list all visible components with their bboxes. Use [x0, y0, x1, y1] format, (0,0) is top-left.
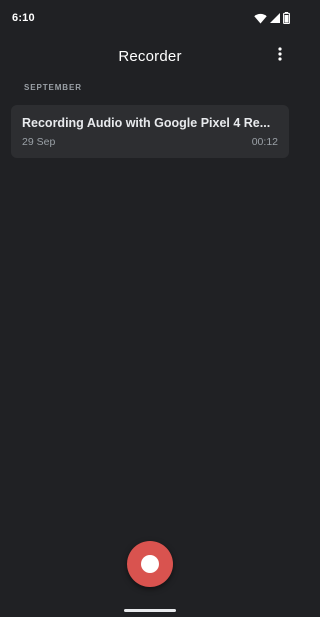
recording-duration: 00:12	[251, 136, 278, 148]
recording-list-item[interactable]: Recording Audio with Google Pixel 4 Re..…	[11, 105, 289, 158]
record-button[interactable]	[127, 541, 173, 587]
more-options-button[interactable]	[268, 44, 292, 68]
gesture-navigation-bar[interactable]	[124, 609, 176, 612]
recorder-screen: 6:10 Recorder SEPTEMBER Recording Audio …	[0, 0, 300, 617]
cellular-signal-icon	[270, 13, 280, 23]
recording-date: 29 Sep	[22, 136, 56, 148]
status-bar: 6:10	[0, 0, 300, 36]
app-bar: Recorder	[0, 36, 300, 76]
record-icon	[141, 555, 159, 573]
recording-title: Recording Audio with Google Pixel 4 Re..…	[22, 116, 271, 130]
recording-meta: 29 Sep 00:12	[22, 136, 278, 148]
battery-icon	[283, 12, 290, 24]
wifi-icon	[254, 13, 267, 24]
more-vert-icon	[278, 46, 282, 66]
status-time: 6:10	[12, 12, 35, 24]
app-title: Recorder	[118, 47, 182, 65]
status-icons	[254, 12, 290, 24]
section-header-month: SEPTEMBER	[24, 83, 82, 92]
